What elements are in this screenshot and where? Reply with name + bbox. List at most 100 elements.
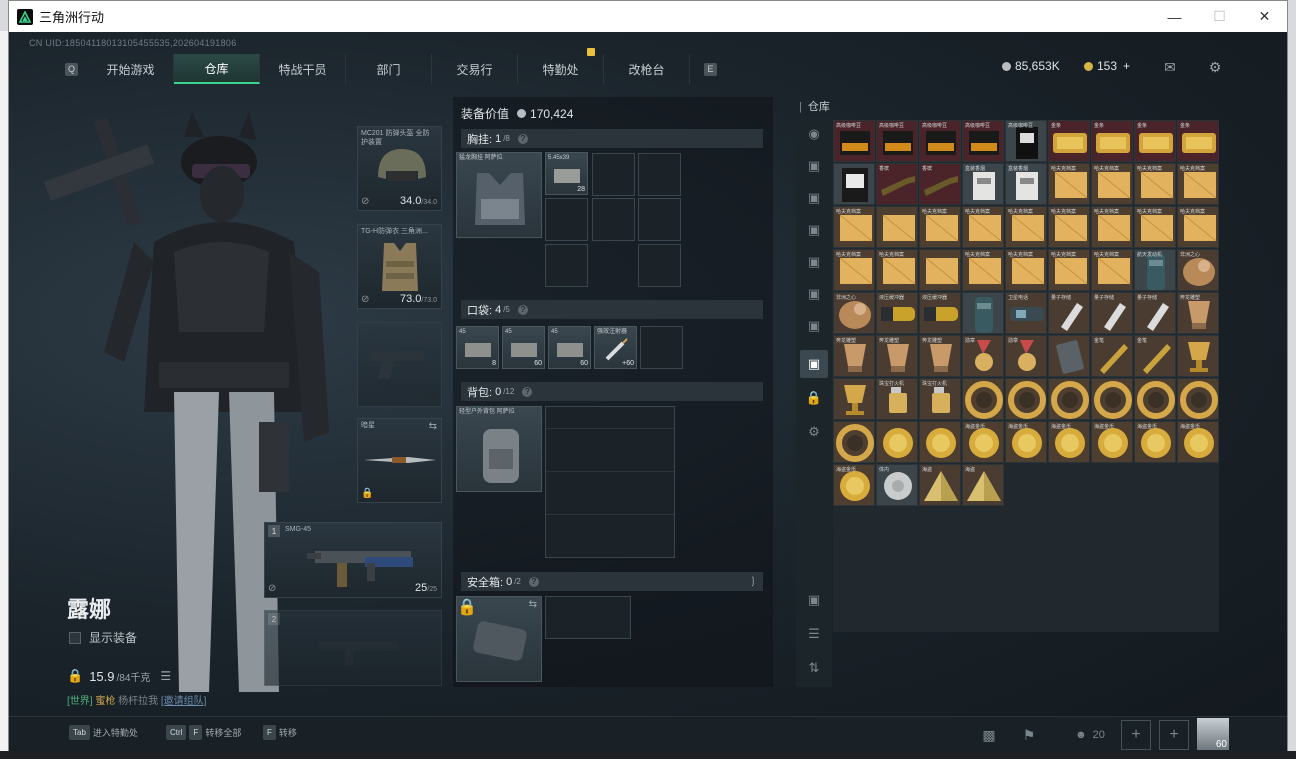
warehouse-item[interactable]: 海盗金币 [1177, 421, 1219, 463]
pocket-item[interactable]: 45 60 [502, 326, 545, 369]
minimize-button[interactable]: — [1152, 1, 1197, 32]
warehouse-item[interactable]: 金条 [1177, 120, 1219, 162]
warehouse-item[interactable]: 海盗金币 [833, 464, 875, 506]
warehouse-item[interactable]: 哈夫克档案 [1048, 206, 1090, 248]
help-icon[interactable]: ? [528, 576, 539, 587]
warehouse-item[interactable]: 奔龙雕塑 [919, 335, 961, 377]
warehouse-item[interactable]: 哈夫克档案 [1091, 206, 1133, 248]
swap-icon[interactable]: ⇆ [529, 599, 537, 610]
warehouse-item[interactable]: 哈夫克档案 [1048, 249, 1090, 291]
warehouse-item[interactable]: 海盗金币 [1005, 421, 1047, 463]
warehouse-item[interactable]: 哈夫克档案 [876, 249, 918, 291]
warehouse-item[interactable] [919, 249, 961, 291]
warehouse-item[interactable]: 盒装香烟 [1005, 163, 1047, 205]
mail-icon[interactable]: ✉ [1161, 59, 1179, 75]
warehouse-item[interactable]: 勋章 [962, 335, 1004, 377]
warehouse-item[interactable]: 海盗 [919, 464, 961, 506]
show-equipment-checkbox[interactable] [69, 631, 81, 644]
warehouse-item[interactable] [1005, 378, 1047, 420]
pocket-item[interactable]: 强效注射器 +60 [594, 326, 637, 369]
warehouse-item[interactable]: 哈夫克档案 [919, 206, 961, 248]
warehouse-item[interactable]: 量子存储 [1048, 292, 1090, 334]
warehouse-item[interactable]: 航天发动机 [1134, 249, 1176, 291]
warehouse-item[interactable]: 勋章 [1005, 335, 1047, 377]
safebox-item[interactable]: ⇆ 🔒 [456, 596, 542, 682]
warehouse-item[interactable] [962, 378, 1004, 420]
warehouse-item[interactable]: 海盗金币 [1134, 421, 1176, 463]
warehouse-sort-icon[interactable]: ⇅ [800, 654, 828, 682]
chest-rig-empty-slot[interactable] [638, 198, 681, 241]
warehouse-item[interactable] [1048, 378, 1090, 420]
warehouse-item[interactable]: 海盗 [962, 464, 1004, 506]
warehouse-item[interactable]: 高级咖啡豆 [833, 120, 875, 162]
pistol-slot[interactable] [357, 322, 442, 407]
add-teammate-button[interactable]: + [1121, 720, 1151, 750]
tab-start-game[interactable]: 开始游戏 [88, 54, 174, 84]
warehouse-item[interactable]: 卫星电话 [1005, 292, 1047, 334]
warehouse-item[interactable] [833, 421, 875, 463]
warehouse-item[interactable]: 哈夫克档案 [1134, 206, 1176, 248]
close-button[interactable]: ✕ [1242, 1, 1287, 32]
armor-slot[interactable]: TG-H防弹衣 三角洲... ⊘ 73.0/73.0 [357, 224, 442, 309]
warehouse-item[interactable]: 量子存储 [1091, 292, 1133, 334]
tab-department[interactable]: 部门 [346, 54, 432, 84]
chest-rig-empty-slot[interactable] [638, 153, 681, 196]
warehouse-item[interactable]: 盒装香烟 [962, 163, 1004, 205]
warehouse-item[interactable]: 量子存储 [1134, 292, 1176, 334]
warehouse-tab-7[interactable]: ▣ [800, 350, 828, 378]
warehouse-item[interactable]: 非洲之心 [1177, 249, 1219, 291]
warehouse-item[interactable] [1134, 378, 1176, 420]
chest-rig-empty-slot[interactable] [592, 153, 635, 196]
list-icon[interactable]: ☰ [160, 669, 171, 683]
pocket-item[interactable]: 45 8 [456, 326, 499, 369]
chest-rig-empty-slot[interactable] [545, 244, 588, 287]
warehouse-camera-icon[interactable]: ▣ [800, 586, 828, 614]
friends-button[interactable]: ☻ 20 [1065, 722, 1115, 748]
warehouse-item[interactable]: 奔龙雕塑 [833, 335, 875, 377]
warehouse-item[interactable]: 哈夫克档案 [1177, 163, 1219, 205]
warehouse-item[interactable] [962, 292, 1004, 334]
avatar[interactable]: 60 [1197, 718, 1229, 750]
melee-slot[interactable]: 暗星 ⇆ 🔒 [357, 418, 442, 503]
warehouse-item[interactable]: 海盗金币 [1091, 421, 1133, 463]
chest-rig-empty-slot[interactable] [638, 244, 681, 287]
warehouse-item[interactable] [876, 206, 918, 248]
warehouse-item[interactable]: 哈夫克档案 [833, 249, 875, 291]
warehouse-item[interactable]: 哈夫克档案 [1048, 163, 1090, 205]
warehouse-item[interactable]: 金条 [1048, 120, 1090, 162]
help-icon[interactable]: ? [517, 133, 528, 144]
ammo-item[interactable]: 5.45x39 28 [545, 152, 588, 195]
warehouse-item[interactable]: 哈夫克档案 [1177, 206, 1219, 248]
warehouse-item[interactable] [833, 163, 875, 205]
nav-next-key[interactable]: E [704, 62, 717, 76]
warehouse-item[interactable]: 海盗金币 [962, 421, 1004, 463]
warehouse-item[interactable]: 金笔 [1091, 335, 1133, 377]
warehouse-item[interactable]: 液压缓冲器 [919, 292, 961, 334]
warehouse-tab-5[interactable]: ▣ [800, 280, 828, 308]
transfer-all-hint[interactable]: Ctrl F 转移全部 [166, 725, 241, 740]
warehouse-item[interactable]: 珠宝打火机 [876, 378, 918, 420]
warehouse-tab-1[interactable]: ▣ [800, 152, 828, 180]
warehouse-settings-icon[interactable]: ⚙ [800, 418, 828, 446]
chat-line[interactable]: [世界] 蜜枪 杨杆拉我 [邀请组队] [67, 692, 206, 707]
help-icon[interactable]: ? [517, 304, 528, 315]
warehouse-tab-helmet[interactable]: ◉ [800, 120, 828, 148]
swap-icon[interactable]: ⇆ [429, 421, 437, 432]
warehouse-item[interactable]: 非洲之心 [833, 292, 875, 334]
enter-special-ops-hint[interactable]: Tab 进入特勤处 [69, 725, 138, 740]
warehouse-item[interactable]: 金条 [1091, 120, 1133, 162]
flag-icon[interactable]: ⚑ [1015, 722, 1043, 748]
warehouse-item[interactable]: 金条 [1134, 120, 1176, 162]
warehouse-item[interactable]: 哈夫克档案 [1005, 206, 1047, 248]
help-icon[interactable]: ? [522, 386, 533, 397]
warehouse-item[interactable] [876, 421, 918, 463]
warehouse-item[interactable]: 珠宝打火机 [919, 378, 961, 420]
chest-rig-item[interactable]: 猛龙胸挂 阿萨拉 [456, 152, 542, 238]
warehouse-item[interactable] [1091, 378, 1133, 420]
gear-icon[interactable]: ⚙ [1206, 59, 1224, 75]
maximize-button[interactable]: ☐ [1197, 1, 1242, 32]
warehouse-item[interactable] [1048, 335, 1090, 377]
pocket-item[interactable]: 45 60 [548, 326, 591, 369]
warehouse-item[interactable]: 奔龙雕塑 [1177, 292, 1219, 334]
warehouse-tab-3[interactable]: ▣ [800, 216, 828, 244]
